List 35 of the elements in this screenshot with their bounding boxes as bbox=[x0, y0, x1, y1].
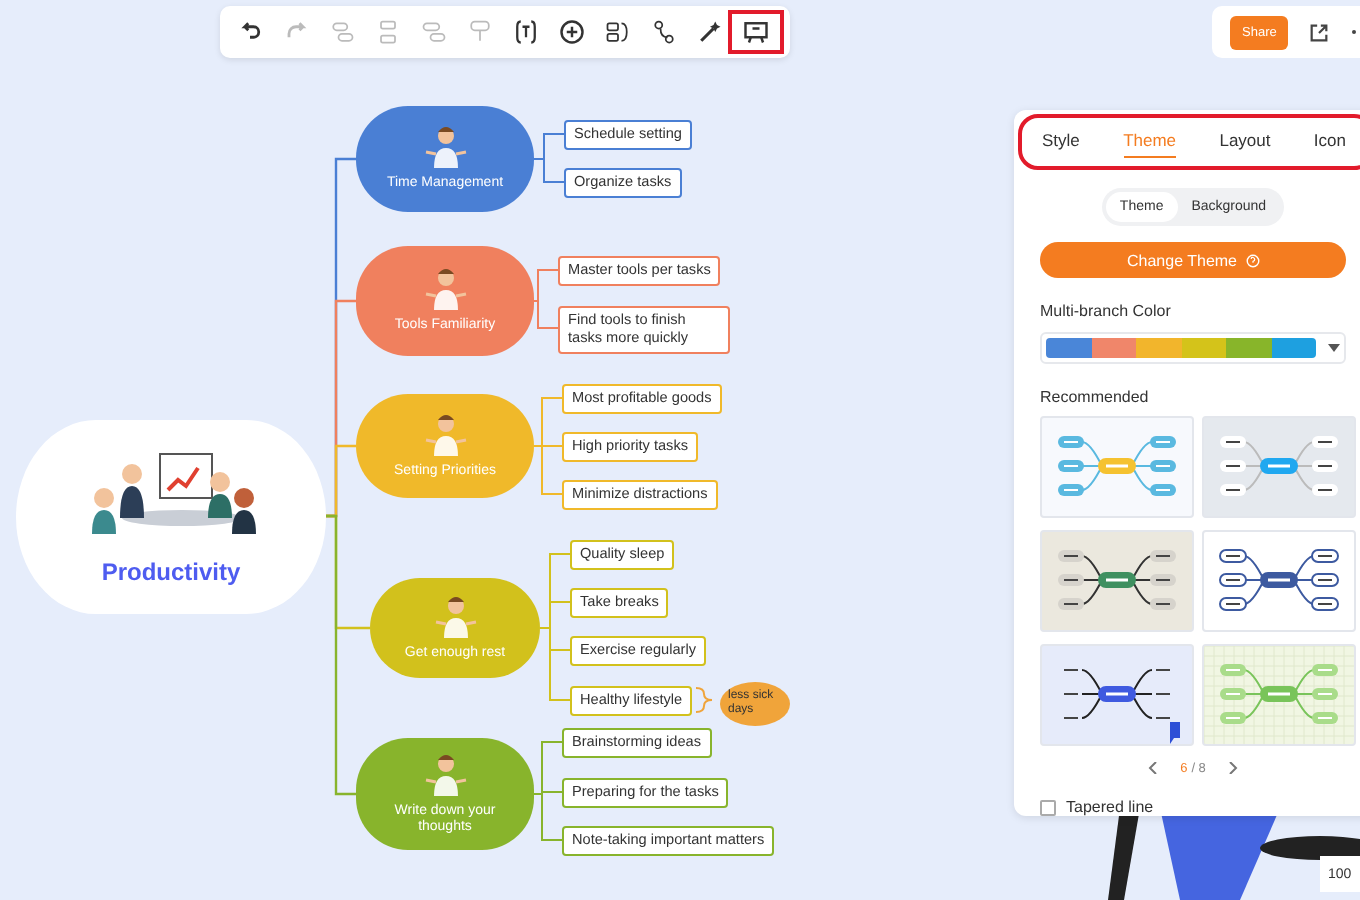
theme-thumbnail[interactable] bbox=[1202, 530, 1356, 632]
central-topic-label: Productivity bbox=[101, 557, 241, 585]
panel-tab[interactable]: Icon bbox=[1313, 130, 1346, 158]
central-topic[interactable]: Productivity bbox=[16, 420, 326, 614]
checkbox-label: Tapered line bbox=[1066, 798, 1154, 816]
theme-thumbnail[interactable] bbox=[1040, 644, 1194, 746]
add-icon bbox=[557, 18, 586, 46]
panel-tab[interactable]: Style bbox=[1042, 130, 1080, 158]
topic-icon bbox=[328, 18, 357, 46]
next-icon[interactable] bbox=[1227, 762, 1238, 774]
branch-line bbox=[533, 269, 559, 302]
checkbox[interactable] bbox=[1040, 799, 1056, 815]
theme-thumbnail[interactable] bbox=[1202, 416, 1356, 518]
color-dropdown[interactable] bbox=[1040, 332, 1346, 364]
theme-thumbnail[interactable] bbox=[1040, 416, 1194, 518]
branch-line bbox=[533, 158, 565, 183]
presentation-button[interactable] bbox=[732, 14, 781, 50]
callout-icon bbox=[465, 18, 494, 46]
section-label: Recommended bbox=[1040, 388, 1151, 406]
previous-icon[interactable] bbox=[1148, 762, 1159, 774]
branch-line bbox=[533, 300, 559, 329]
section-label: Multi-branch Color bbox=[1040, 302, 1173, 320]
theme-thumbnail[interactable] bbox=[1202, 644, 1356, 746]
caret-icon bbox=[1328, 344, 1340, 352]
magic-wand-icon bbox=[695, 18, 724, 46]
brace-icon bbox=[695, 687, 713, 713]
external-link-icon[interactable] bbox=[1308, 21, 1331, 43]
relationship-icon bbox=[649, 18, 678, 46]
summary-icon bbox=[603, 18, 632, 46]
floating-topic-icon bbox=[420, 18, 449, 46]
text-icon bbox=[511, 18, 540, 46]
presentation-icon bbox=[742, 18, 771, 46]
theme-thumbnail[interactable] bbox=[1040, 530, 1194, 632]
panel-tab[interactable]: Layout bbox=[1219, 130, 1271, 158]
help-icon bbox=[1245, 253, 1259, 267]
